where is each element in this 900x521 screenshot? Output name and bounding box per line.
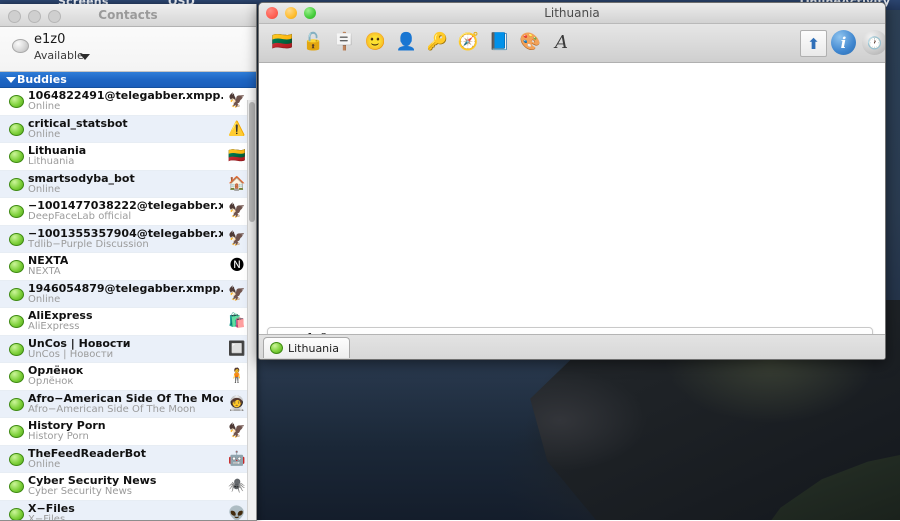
buddy-status-label: Online xyxy=(28,459,60,470)
buddy-status-label: Online xyxy=(28,184,60,195)
tab-presence-orb-icon xyxy=(270,342,283,354)
safari-icon[interactable]: 🧭 xyxy=(455,29,482,56)
chat-window-title: Lithuania xyxy=(259,6,885,20)
history-icon[interactable]: 🕐 xyxy=(862,30,886,55)
presence-orb-icon xyxy=(9,398,24,411)
chat-window[interactable]: Lithuania 🇱🇹🔓🪧🙂👤🔑🧭📘🎨A ⬆i🕐 e1z0 😲 00:02 Li… xyxy=(258,2,886,360)
presence-orb-icon xyxy=(9,508,24,521)
buddy-status-label: History Porn xyxy=(28,431,89,442)
group-header-buddies[interactable]: Buddies xyxy=(0,72,256,88)
buddy-avatar: 🛍️ xyxy=(226,310,248,332)
buddy-row[interactable]: ОрлёнокОрлёнок🧍 xyxy=(0,363,256,391)
key-icon[interactable]: 🔑 xyxy=(424,29,451,56)
account-presence-orb-icon xyxy=(12,39,29,53)
buddy-avatar: ⚠️ xyxy=(226,118,248,140)
info-icon[interactable]: i xyxy=(831,30,856,55)
chat-titlebar[interactable]: Lithuania xyxy=(259,3,885,24)
presence-orb-icon xyxy=(9,260,24,273)
signpost-icon[interactable]: 🪧 xyxy=(331,29,358,56)
buddy-row[interactable]: NEXTANEXTA🅝 xyxy=(0,253,256,281)
chat-message-area[interactable]: e1z0 😲 00:02 xyxy=(259,63,885,335)
send-file-icon[interactable]: ⬆ xyxy=(800,30,827,57)
buddy-row[interactable]: LithuaniaLithuania🇱🇹 xyxy=(0,143,256,171)
buddy-row[interactable]: critical_statsbotOnline⚠️ xyxy=(0,116,256,144)
buddy-status-label: Online xyxy=(28,101,60,112)
buddy-avatar: 🕷️ xyxy=(226,475,248,497)
presence-orb-icon xyxy=(9,315,24,328)
buddy-avatar: 🏠 xyxy=(226,173,248,195)
presence-orb-icon xyxy=(9,288,24,301)
buddy-row[interactable]: 1946054879@telegabber.xmpp.lanOnline🦅 xyxy=(0,281,256,309)
buddy-avatar: 🦅 xyxy=(226,90,248,112)
buddy-status-label: UnCos | Новости xyxy=(28,349,113,360)
buddy-row[interactable]: TheFeedReaderBotOnline🤖 xyxy=(0,446,256,474)
presence-orb-icon xyxy=(9,178,24,191)
buddy-row[interactable]: Afro−American Side Of The MoonAfro−Ameri… xyxy=(0,391,256,419)
chat-toolbar[interactable]: 🇱🇹🔓🪧🙂👤🔑🧭📘🎨A ⬆i🕐 xyxy=(259,24,885,63)
tab-lithuania[interactable]: Lithuania xyxy=(263,337,350,358)
contacts-window[interactable]: Contacts e1z0 Available Buddies 10648224… xyxy=(0,4,257,521)
buddy-status-label: Lithuania xyxy=(28,156,74,167)
contacts-titlebar[interactable]: Contacts xyxy=(0,4,256,27)
contacts-window-title: Contacts xyxy=(0,8,256,22)
buddy-row[interactable]: X−FilesX−Files👽 xyxy=(0,501,256,521)
buddy-status-label: Орлёнок xyxy=(28,376,73,387)
buddy-avatar: 🦅 xyxy=(226,228,248,250)
buddy-status-label: Cyber Security News xyxy=(28,486,132,497)
buddy-row[interactable]: −1001355357904@telegabber.xmpp.lanTdlib−… xyxy=(0,226,256,254)
presence-orb-icon xyxy=(9,123,24,136)
buddy-row[interactable]: smartsodyba_botOnline🏠 xyxy=(0,171,256,199)
buddy-avatar: 🇱🇹 xyxy=(226,145,248,167)
buddy-avatar: 🧍 xyxy=(226,365,248,387)
buddy-icon[interactable]: 🇱🇹 xyxy=(269,29,296,56)
color-wheel-icon[interactable]: 🎨 xyxy=(517,29,544,56)
contacts-scrollbar[interactable] xyxy=(247,100,256,520)
buddy-avatar: 👽 xyxy=(226,503,248,521)
buddy-avatar: 🦅 xyxy=(226,420,248,442)
buddy-row[interactable]: UnCos | НовостиUnCos | Новости🔲 xyxy=(0,336,256,364)
presence-orb-icon xyxy=(9,480,24,493)
unlock-icon[interactable]: 🔓 xyxy=(300,29,327,56)
account-name: e1z0 xyxy=(34,32,65,47)
buddy-row[interactable]: 1064822491@telegabber.xmpp.lanOnline🦅 xyxy=(0,88,256,116)
buddy-row[interactable]: AliExpressAliExpress🛍️ xyxy=(0,308,256,336)
buddy-row[interactable]: Cyber Security NewsCyber Security News🕷️ xyxy=(0,473,256,501)
font-icon[interactable]: A xyxy=(548,29,575,56)
buddy-status-label: Online xyxy=(28,294,60,305)
smiley-icon[interactable]: 🙂 xyxy=(362,29,389,56)
buddy-avatar: 🤖 xyxy=(226,448,248,470)
presence-orb-icon xyxy=(9,150,24,163)
buddy-avatar: 🦅 xyxy=(226,283,248,305)
group-label: Buddies xyxy=(17,73,67,86)
buddy-status-label: AliExpress xyxy=(28,321,79,332)
presence-orb-icon xyxy=(9,205,24,218)
chevron-down-icon[interactable] xyxy=(6,77,16,83)
contacts-scrollbar-thumb[interactable] xyxy=(249,102,255,222)
buddy-row[interactable]: −1001477038222@telegabber.xmpp.lanDeepFa… xyxy=(0,198,256,226)
buddy-row[interactable]: History PornHistory Porn🦅 xyxy=(0,418,256,446)
account-status-label[interactable]: Available xyxy=(34,49,84,62)
buddy-list[interactable]: 1064822491@telegabber.xmpp.lanOnline🦅cri… xyxy=(0,88,256,521)
buddy-status-label: Afro−American Side Of The Moon xyxy=(28,404,196,415)
presence-orb-icon xyxy=(9,95,24,108)
book-icon[interactable]: 📘 xyxy=(486,29,513,56)
buddy-avatar: 🅝 xyxy=(226,255,248,277)
buddy-status-label: Online xyxy=(28,129,60,140)
buddy-status-label: Tdlib−Purple Discussion xyxy=(28,239,149,250)
buddy-status-label: DeepFaceLab official xyxy=(28,211,131,222)
buddy-avatar: 🦅 xyxy=(226,200,248,222)
presence-orb-icon xyxy=(9,370,24,383)
presence-orb-icon xyxy=(9,453,24,466)
block-user-icon[interactable]: 👤 xyxy=(393,29,420,56)
chevron-down-icon[interactable] xyxy=(80,54,90,60)
buddy-avatar: 🧑‍🚀 xyxy=(226,393,248,415)
presence-orb-icon xyxy=(9,343,24,356)
tab-label: Lithuania xyxy=(288,342,339,355)
chat-tabbar[interactable]: Lithuania xyxy=(259,334,885,359)
buddy-status-label: NEXTA xyxy=(28,266,61,277)
buddy-avatar: 🔲 xyxy=(226,338,248,360)
account-status-area[interactable]: e1z0 Available xyxy=(0,27,256,72)
presence-orb-icon xyxy=(9,233,24,246)
presence-orb-icon xyxy=(9,425,24,438)
